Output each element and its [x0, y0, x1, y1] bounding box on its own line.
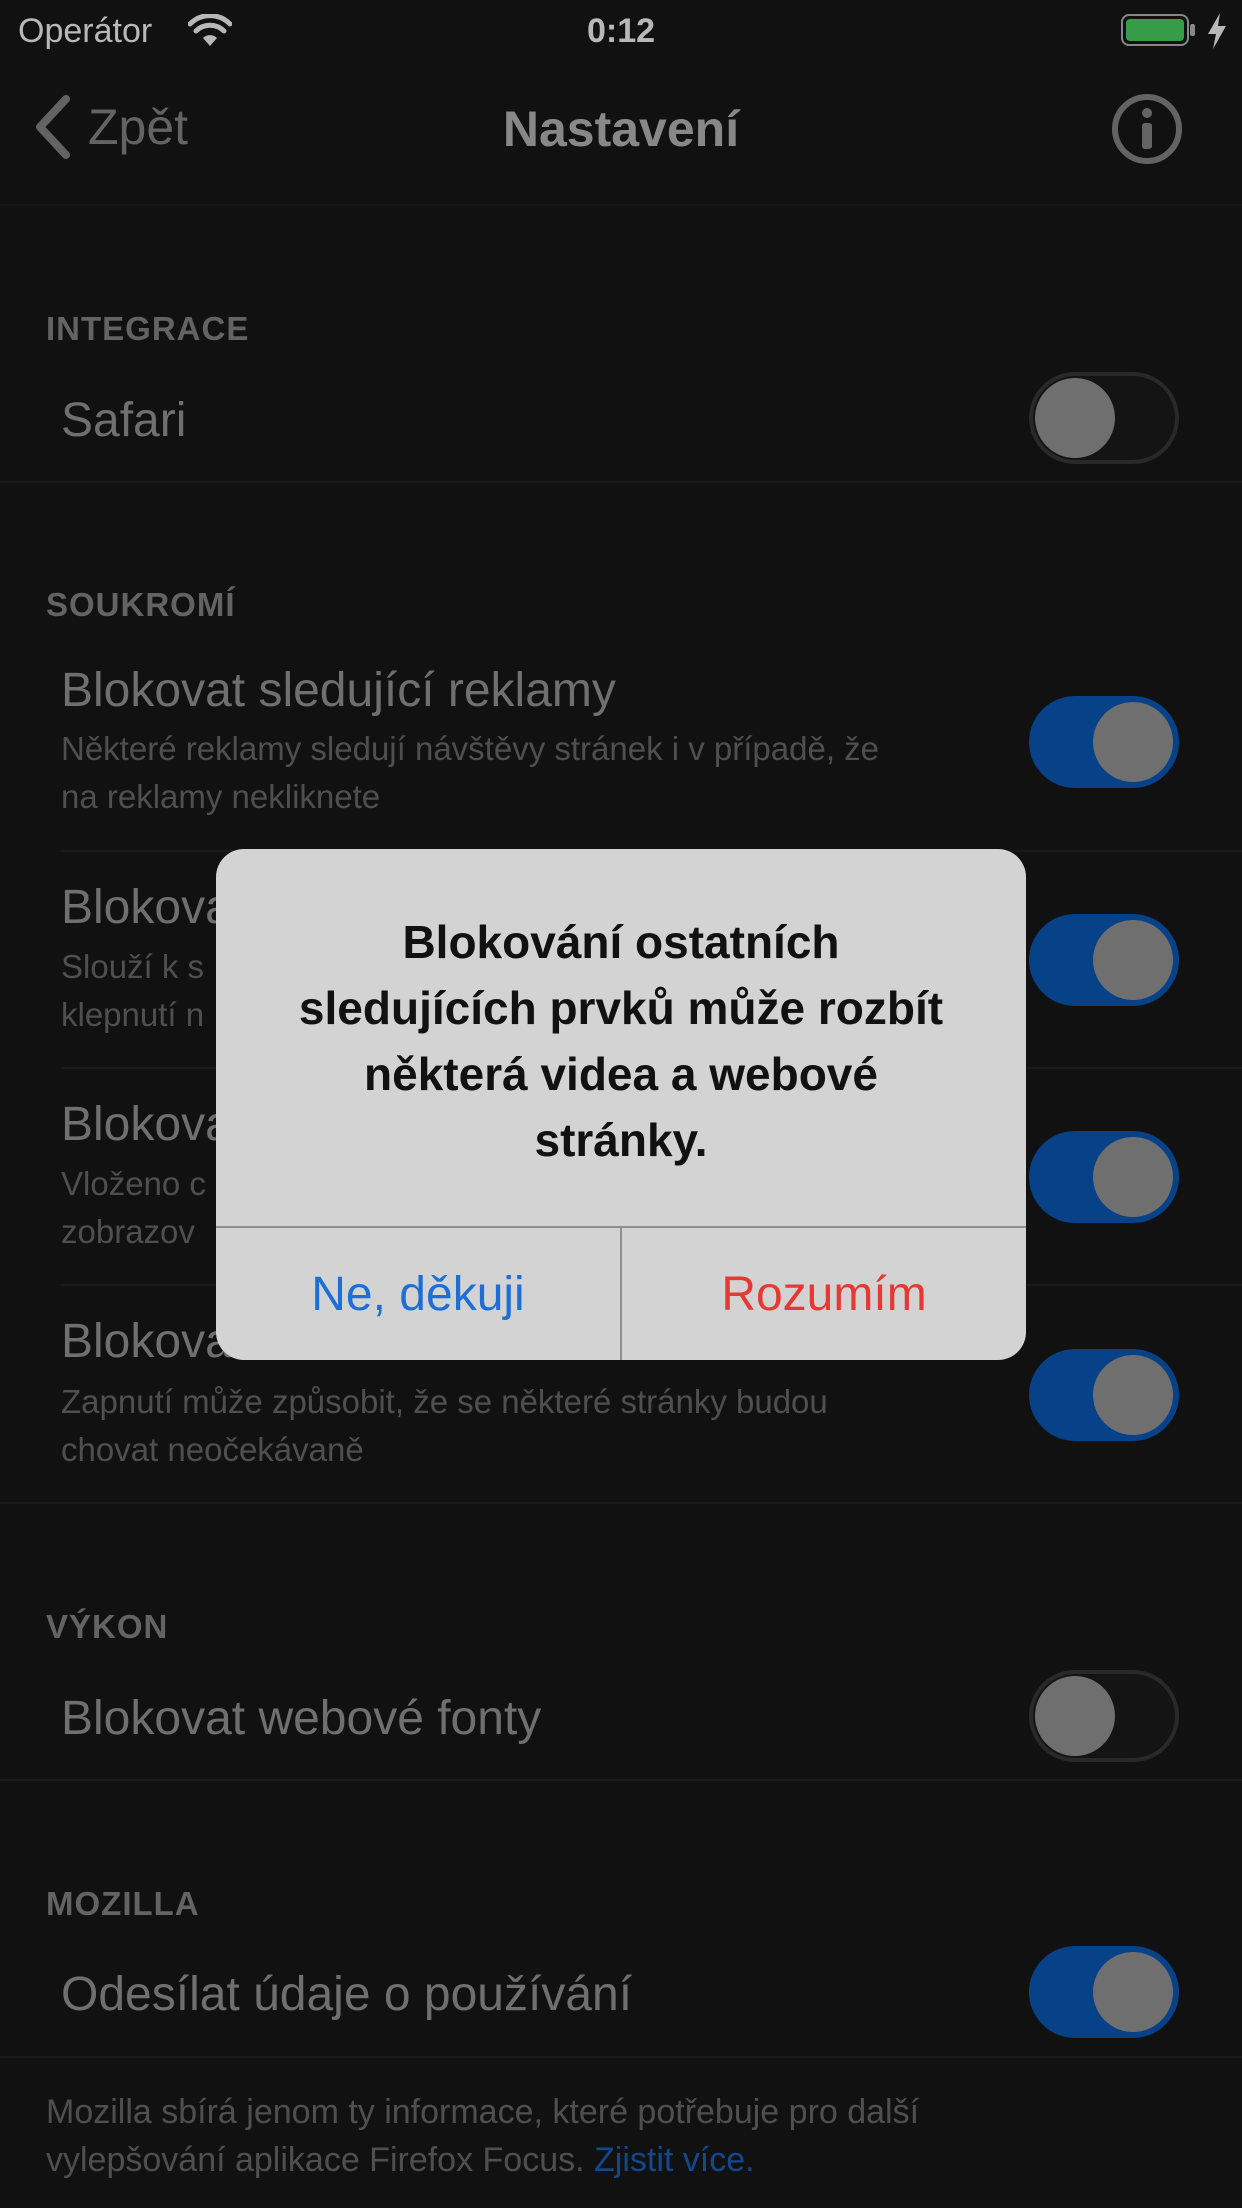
alert-message-line: sledujících prvků může rozbít	[298, 982, 944, 1034]
alert-cancel-button[interactable]: Ne, děkuji	[216, 1228, 620, 1360]
alert-message: Blokování ostatních sledujících prvků mů…	[256, 909, 986, 1173]
alert-dialog: Blokování ostatních sledujících prvků mů…	[216, 849, 1026, 1360]
alert-message-line: některá videa a webové	[364, 1048, 878, 1100]
alert-message-line: Blokování ostatních	[402, 916, 840, 968]
alert-message-line: stránky.	[534, 1114, 708, 1166]
alert-confirm-button[interactable]: Rozumím	[622, 1228, 1026, 1360]
